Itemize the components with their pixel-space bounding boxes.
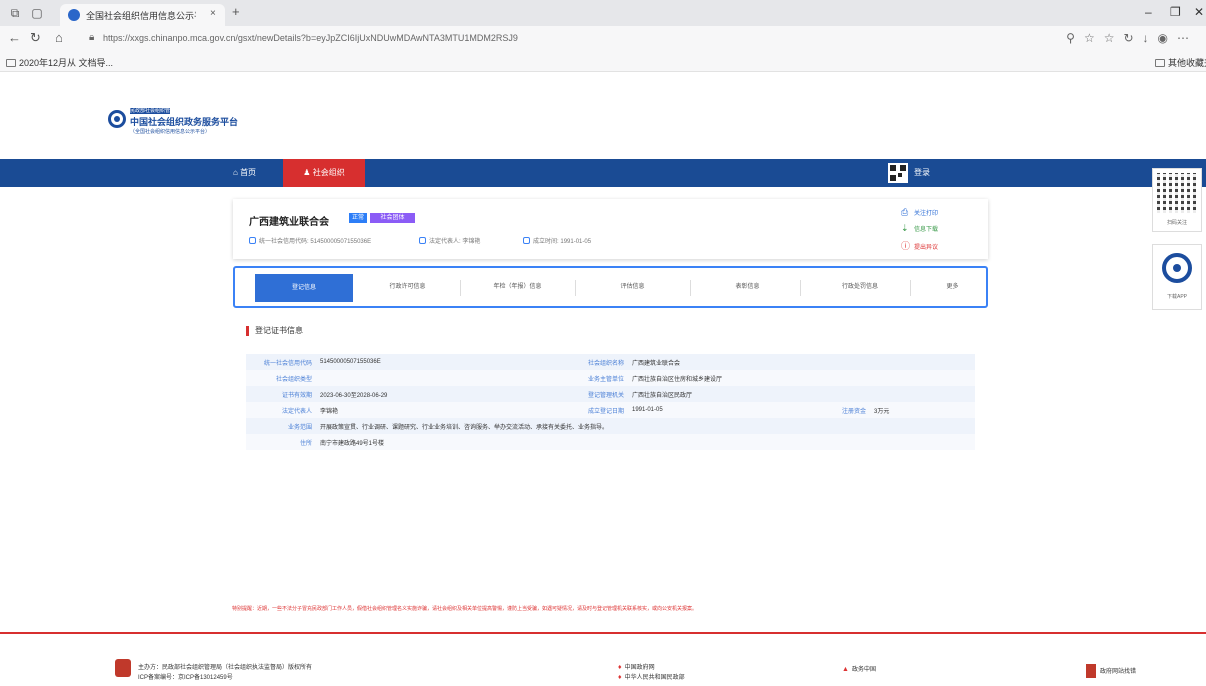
logo-emblem-icon <box>108 110 126 128</box>
tab-actions-icon[interactable]: ▢ <box>30 6 44 20</box>
logo-subtitle: （全国社会组织信用信息公示平台） <box>130 129 211 135</box>
folder-icon <box>1155 59 1165 67</box>
footer-link-china[interactable]: ▲ 政务中国 <box>842 664 876 673</box>
type-badge: 社会团体 <box>370 213 415 223</box>
workspaces-icon[interactable]: ⧉ <box>8 6 22 20</box>
address-bar[interactable]: 🔒︎ https://xxgs.chinanpo.mca.gov.cn/gsxt… <box>85 29 1025 49</box>
table-row: 社会组织类型 业务主管单位 广西壮族自治区住房和城乡建设厅 <box>246 370 975 386</box>
tab-commendation[interactable]: 表彰信息 <box>700 268 795 306</box>
site-footer: 主办方：民政部社会组织管理局（社会组织执法监督局）版权所有 ICP备案编号：京I… <box>0 634 1206 686</box>
footer-link-mca[interactable]: ♦ 中华人民共和国民政部 <box>618 672 685 681</box>
qr-code-icon <box>1157 173 1197 213</box>
side-qr-code[interactable]: 扫码关注 <box>1152 168 1202 232</box>
browser-navbar: ← ↻ ⌂ 🔒︎ https://xxgs.chinanpo.mca.gov.c… <box>0 26 1206 52</box>
browser-tabstrip: ⧉ ▢ 全国社会组织信用信息公示平台 × + – ❐ ✕ <box>0 0 1206 26</box>
org-name: 广西建筑业联合会 <box>249 217 329 228</box>
browser-tab[interactable]: 全国社会组织信用信息公示平台 × <box>60 4 225 26</box>
app-logo-icon <box>1162 253 1192 283</box>
other-bookmarks[interactable]: 其他收藏夹 <box>1155 56 1206 69</box>
footer-link-gov[interactable]: ♦ 中国政府网 <box>618 662 655 671</box>
error-report-icon[interactable] <box>1086 664 1096 678</box>
table-row: 业务范围 开展政策宣贯、行业调研、课题研究、行业业务培训、咨询服务、举办交流活动、… <box>246 418 975 434</box>
china-icon: ▲ <box>842 666 849 673</box>
detail-tabs: 登记信息 行政许可信息 年检（年报）信息 评估信息 表彰信息 行政处罚信息 更多 <box>233 266 988 308</box>
user-login[interactable]: 登录 <box>914 159 930 187</box>
qr-caption: 扫码关注 <box>1166 220 1187 226</box>
home-icon[interactable]: ⌂ <box>55 31 63 45</box>
objection-action[interactable]: ⓘ 提出异议 <box>901 239 938 252</box>
back-icon[interactable]: ← <box>8 31 21 45</box>
download-icon: ⇣ <box>901 223 909 233</box>
established-meta: 成立时间: 1991-01-05 <box>523 236 591 245</box>
site-favicon-icon <box>68 9 80 21</box>
footer-host: 主办方：民政部社会组织管理局（社会组织执法监督局）版权所有 <box>138 665 313 671</box>
tab-penalty[interactable]: 行政处罚信息 <box>810 268 910 306</box>
bookmark-folder[interactable]: 2020年12月从 文档导... <box>6 56 113 69</box>
tab-registration[interactable]: 登记信息 <box>255 274 353 302</box>
footer-link-error[interactable]: 政府网站找错 <box>1100 666 1136 675</box>
status-badge: 正常 <box>349 213 367 223</box>
refresh-icon[interactable]: ↻ <box>30 31 41 45</box>
gov-icon: ♦ <box>618 664 622 671</box>
restore-icon[interactable]: ❐ <box>1170 5 1181 19</box>
nav-home[interactable]: ⌂ 首页 <box>233 159 256 187</box>
tab-annual-report[interactable]: 年检（年报）信息 <box>470 268 565 306</box>
new-tab-icon[interactable]: + <box>232 4 240 19</box>
person-icon <box>419 237 426 244</box>
bookmarks-bar: 2020年12月从 文档导... 其他收藏夹 <box>0 52 1206 72</box>
qr-code-icon[interactable] <box>888 163 908 183</box>
section-title: 登记证书信息 <box>246 326 303 336</box>
side-app-logo[interactable]: 下载APP <box>1152 244 1202 310</box>
browser-toolbar-icons[interactable]: ⚲☆☆↻↓◉⋯ <box>1066 31 1198 45</box>
table-row: 法定代表人 李锦艳 成立登记日期 1991-01-05 注册资金 3万元 <box>246 402 975 418</box>
calendar-icon <box>523 237 530 244</box>
download-action[interactable]: ⇣ 信息下载 <box>901 223 938 234</box>
logo-tag: 民政部社会组织管理局 <box>130 108 170 114</box>
url-text[interactable]: https://xxgs.chinanpo.mca.gov.cn/gsxt/ne… <box>103 33 518 43</box>
tab-more[interactable]: 更多 <box>920 268 985 306</box>
id-icon <box>249 237 256 244</box>
footer-icp[interactable]: ICP备案编号：京ICP备13012459号 <box>138 672 233 681</box>
tab-evaluation[interactable]: 评估信息 <box>585 268 680 306</box>
alert-icon: ⓘ <box>901 241 911 251</box>
tab-close-icon[interactable]: × <box>210 8 216 19</box>
registration-table: 统一社会信用代码 51450000507155036E 社会组织名称 广西建筑业联合… <box>246 354 975 450</box>
fraud-disclaimer: 特别提醒：近期，一些不法分子冒充民政部门工作人员，假借社会组织管理名义实施诈骗，… <box>232 606 698 612</box>
logo-name: 中国社会组织政务服务平台 <box>130 117 239 127</box>
print-action[interactable]: ⎙ 关注打印 <box>901 207 938 218</box>
main-nav: ⌂ 首页 ♟ 社会组织 登录 <box>0 159 1206 187</box>
mca-icon: ♦ <box>618 674 622 681</box>
print-icon: ⎙ <box>901 207 909 217</box>
close-window-icon[interactable]: ✕ <box>1194 5 1204 19</box>
legal-rep-meta: 法定代表人: 李锦艳 <box>419 236 480 245</box>
table-row: 住所 南宁市建政路49号1号楼 <box>246 434 975 450</box>
national-emblem-icon <box>115 659 131 677</box>
table-row: 证书有效期 2023-06-30至2028-06-29 登记管理机关 广西壮族自治区… <box>246 386 975 402</box>
tab-title: 全国社会组织信用信息公示平台 <box>86 11 196 21</box>
tab-license[interactable]: 行政许可信息 <box>365 268 450 306</box>
minimize-icon[interactable]: – <box>1145 5 1152 19</box>
credit-code-meta: 统一社会信用代码: 51450000507155036E <box>249 236 371 245</box>
org-summary-card: 广西建筑业联合会 正常 社会团体 统一社会信用代码: 5145000050715… <box>233 199 988 259</box>
lock-icon: 🔒︎ <box>89 32 95 43</box>
nav-social-orgs[interactable]: ♟ 社会组织 <box>283 159 365 187</box>
folder-icon <box>6 59 16 67</box>
app-caption: 下载APP <box>1166 294 1187 300</box>
table-row: 统一社会信用代码 51450000507155036E 社会组织名称 广西建筑业联合… <box>246 354 975 370</box>
